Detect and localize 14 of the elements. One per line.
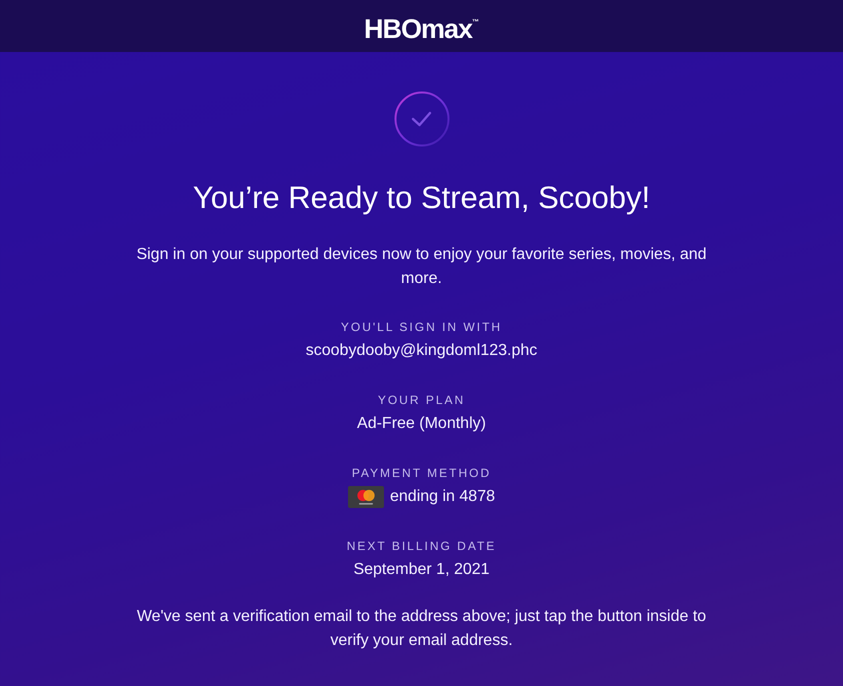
intro-text: Sign in on your supported devices now to enjoy your favorite series, movies, and more. <box>135 245 708 289</box>
logo[interactable]: HBOmax$^{™}$ <box>364 8 480 44</box>
detail-label: YOUR PLAN <box>378 392 466 409</box>
card-icon <box>348 486 384 508</box>
detail-value: scoobydooby@kingdoml123.phc <box>306 341 538 361</box>
detail-value: September 1, 2021 <box>353 560 490 580</box>
detail-label: PAYMENT METHOD <box>352 465 492 482</box>
detail-label: YOU'LL SIGN IN WITH <box>340 319 502 336</box>
detail-value: ending in 4878 <box>390 487 495 507</box>
detail-value: Ad-Free (Monthly) <box>357 414 486 434</box>
check-circle-icon <box>394 91 450 147</box>
detail-label: NEXT BILLING DATE <box>346 538 496 555</box>
verification-note: We've sent a verification email to the address above; just tap the button inside to verify your email address. <box>136 607 708 651</box>
page-title: You’re Ready to Stream, Scooby! <box>192 179 650 217</box>
